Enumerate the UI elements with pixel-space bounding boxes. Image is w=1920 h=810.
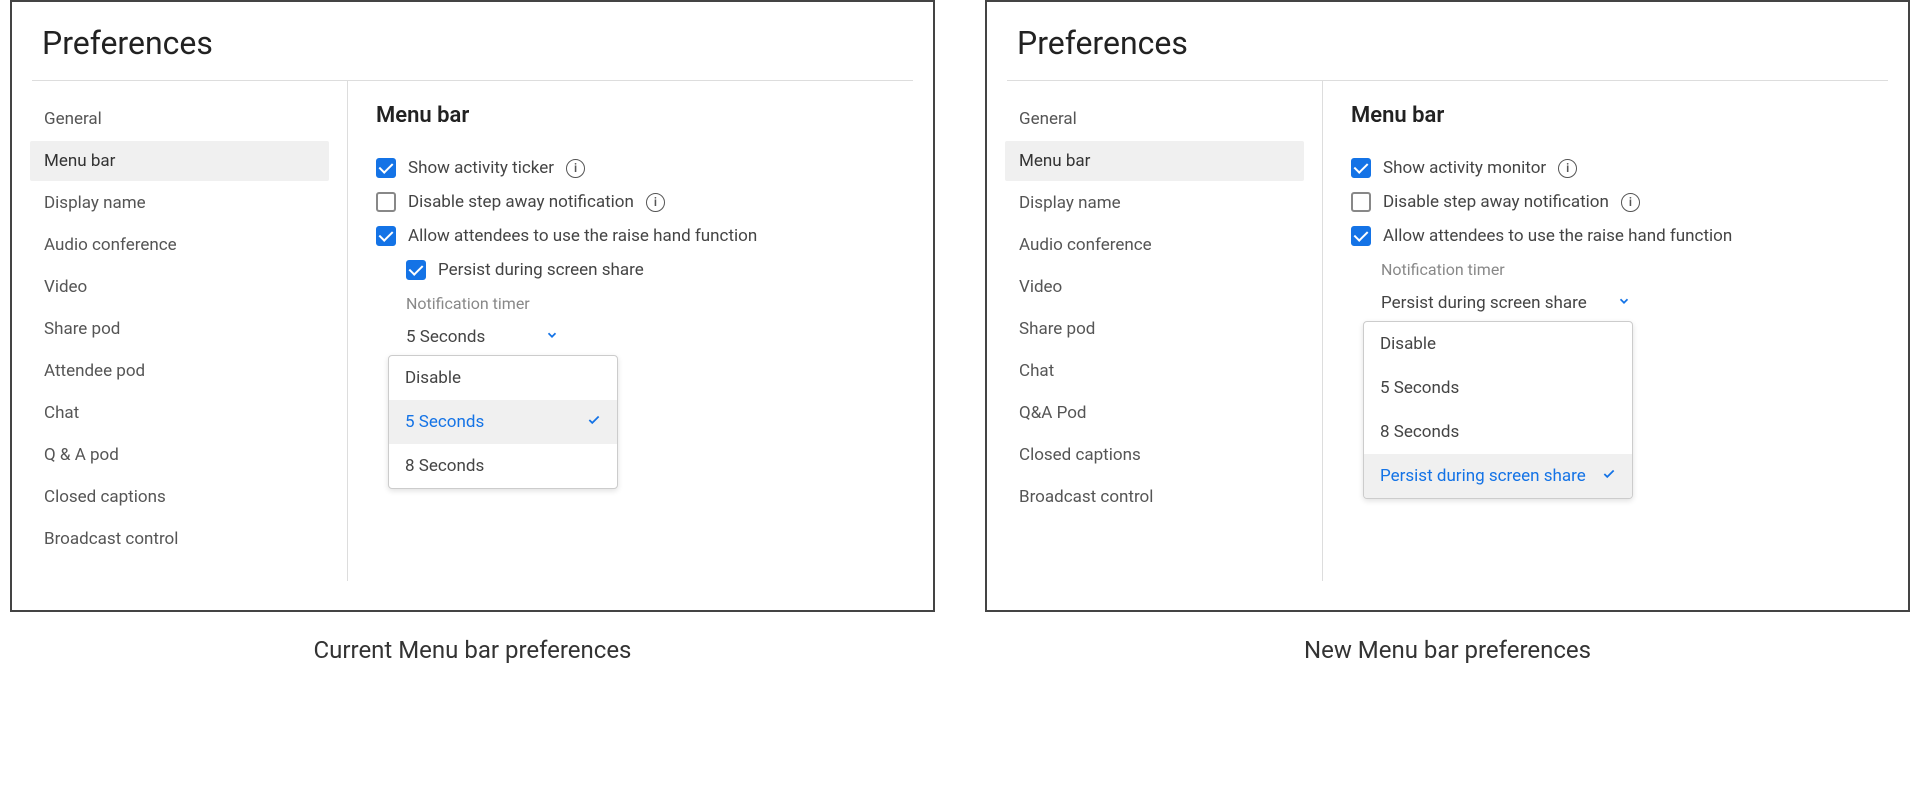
main-content: Menu bar Show activity ticker i Disable … <box>348 81 933 581</box>
section-title: Menu bar <box>1351 103 1880 128</box>
checkbox-label: Allow attendees to use the raise hand fu… <box>408 226 757 246</box>
sidebar-item[interactable]: Attendee pod <box>30 351 329 391</box>
info-icon[interactable]: i <box>646 193 665 212</box>
checkbox-show-activity-monitor[interactable]: Show activity monitor i <box>1351 158 1880 178</box>
preferences-dialog-current: Preferences GeneralMenu barDisplay nameA… <box>10 0 935 612</box>
sidebar-item[interactable]: Q & A pod <box>30 435 329 475</box>
checkbox-label: Disable step away notification <box>1383 192 1609 212</box>
info-icon[interactable]: i <box>1558 159 1577 178</box>
main-content: Menu bar Show activity monitor i Disable… <box>1323 81 1908 581</box>
sidebar-item[interactable]: Chat <box>30 393 329 433</box>
dropdown-value: Persist during screen share <box>1381 293 1587 313</box>
checkbox-label: Persist during screen share <box>438 260 644 280</box>
notification-timer-label: Notification timer <box>406 294 905 313</box>
sidebar-item[interactable]: Menu bar <box>1005 141 1304 181</box>
sidebar-item[interactable]: Q&A Pod <box>1005 393 1304 433</box>
checkbox-icon <box>376 158 396 178</box>
panel-caption: Current Menu bar preferences <box>10 636 935 664</box>
check-icon <box>1602 466 1616 486</box>
preferences-dialog-new: Preferences GeneralMenu barDisplay nameA… <box>985 0 1910 612</box>
sidebar-item[interactable]: Menu bar <box>30 141 329 181</box>
checkbox-disable-step-away[interactable]: Disable step away notification i <box>376 192 905 212</box>
dropdown-option[interactable]: 8 Seconds <box>1364 410 1632 454</box>
checkbox-disable-step-away[interactable]: Disable step away notification i <box>1351 192 1880 212</box>
sidebar-item[interactable]: Broadcast control <box>30 519 329 559</box>
dropdown-option[interactable]: Persist during screen share <box>1364 454 1632 498</box>
sidebar-item[interactable]: Display name <box>30 183 329 223</box>
dropdown-menu: Disable5 Seconds8 SecondsPersist during … <box>1363 321 1633 499</box>
sidebar-item[interactable]: General <box>1005 99 1304 139</box>
chevron-down-icon <box>1617 293 1631 313</box>
dropdown-value: 5 Seconds <box>406 327 485 347</box>
checkbox-label: Allow attendees to use the raise hand fu… <box>1383 226 1732 246</box>
sidebar-item[interactable]: Video <box>30 267 329 307</box>
notification-timer-dropdown[interactable]: 5 Seconds <box>406 327 905 347</box>
checkbox-show-activity-ticker[interactable]: Show activity ticker i <box>376 158 905 178</box>
dropdown-option[interactable]: 5 Seconds <box>1364 366 1632 410</box>
sidebar-item[interactable]: Closed captions <box>30 477 329 517</box>
checkbox-icon <box>1351 226 1371 246</box>
panel-caption: New Menu bar preferences <box>985 636 1910 664</box>
checkbox-icon <box>376 192 396 212</box>
notification-timer-label: Notification timer <box>1381 260 1880 279</box>
checkbox-icon <box>406 260 426 280</box>
info-icon[interactable]: i <box>566 159 585 178</box>
sidebar-item[interactable]: Video <box>1005 267 1304 307</box>
dropdown-option[interactable]: Disable <box>389 356 617 400</box>
dialog-title: Preferences <box>12 2 933 80</box>
chevron-down-icon <box>545 327 559 347</box>
checkbox-persist-screen-share[interactable]: Persist during screen share <box>406 260 905 280</box>
sidebar-item[interactable]: Audio conference <box>30 225 329 265</box>
checkbox-icon <box>1351 192 1371 212</box>
checkbox-allow-raise-hand[interactable]: Allow attendees to use the raise hand fu… <box>376 226 905 246</box>
checkbox-allow-raise-hand[interactable]: Allow attendees to use the raise hand fu… <box>1351 226 1880 246</box>
checkbox-label: Disable step away notification <box>408 192 634 212</box>
dropdown-option[interactable]: 5 Seconds <box>389 400 617 444</box>
checkbox-label: Show activity monitor <box>1383 158 1546 178</box>
sidebar-item[interactable]: Share pod <box>1005 309 1304 349</box>
info-icon[interactable]: i <box>1621 193 1640 212</box>
check-icon <box>587 412 601 432</box>
sidebar-nav: GeneralMenu barDisplay nameAudio confere… <box>12 81 348 581</box>
dropdown-option[interactable]: Disable <box>1364 322 1632 366</box>
sidebar-item[interactable]: General <box>30 99 329 139</box>
checkbox-icon <box>376 226 396 246</box>
dialog-title: Preferences <box>987 2 1908 80</box>
section-title: Menu bar <box>376 103 905 128</box>
dropdown-option[interactable]: 8 Seconds <box>389 444 617 488</box>
dropdown-menu: Disable5 Seconds8 Seconds <box>388 355 618 489</box>
sidebar-item[interactable]: Chat <box>1005 351 1304 391</box>
notification-timer-dropdown[interactable]: Persist during screen share <box>1381 293 1880 313</box>
sidebar-nav: GeneralMenu barDisplay nameAudio confere… <box>987 81 1323 581</box>
sidebar-item[interactable]: Share pod <box>30 309 329 349</box>
sidebar-item[interactable]: Closed captions <box>1005 435 1304 475</box>
checkbox-icon <box>1351 158 1371 178</box>
sidebar-item[interactable]: Audio conference <box>1005 225 1304 265</box>
checkbox-label: Show activity ticker <box>408 158 554 178</box>
sidebar-item[interactable]: Display name <box>1005 183 1304 223</box>
sidebar-item[interactable]: Broadcast control <box>1005 477 1304 517</box>
